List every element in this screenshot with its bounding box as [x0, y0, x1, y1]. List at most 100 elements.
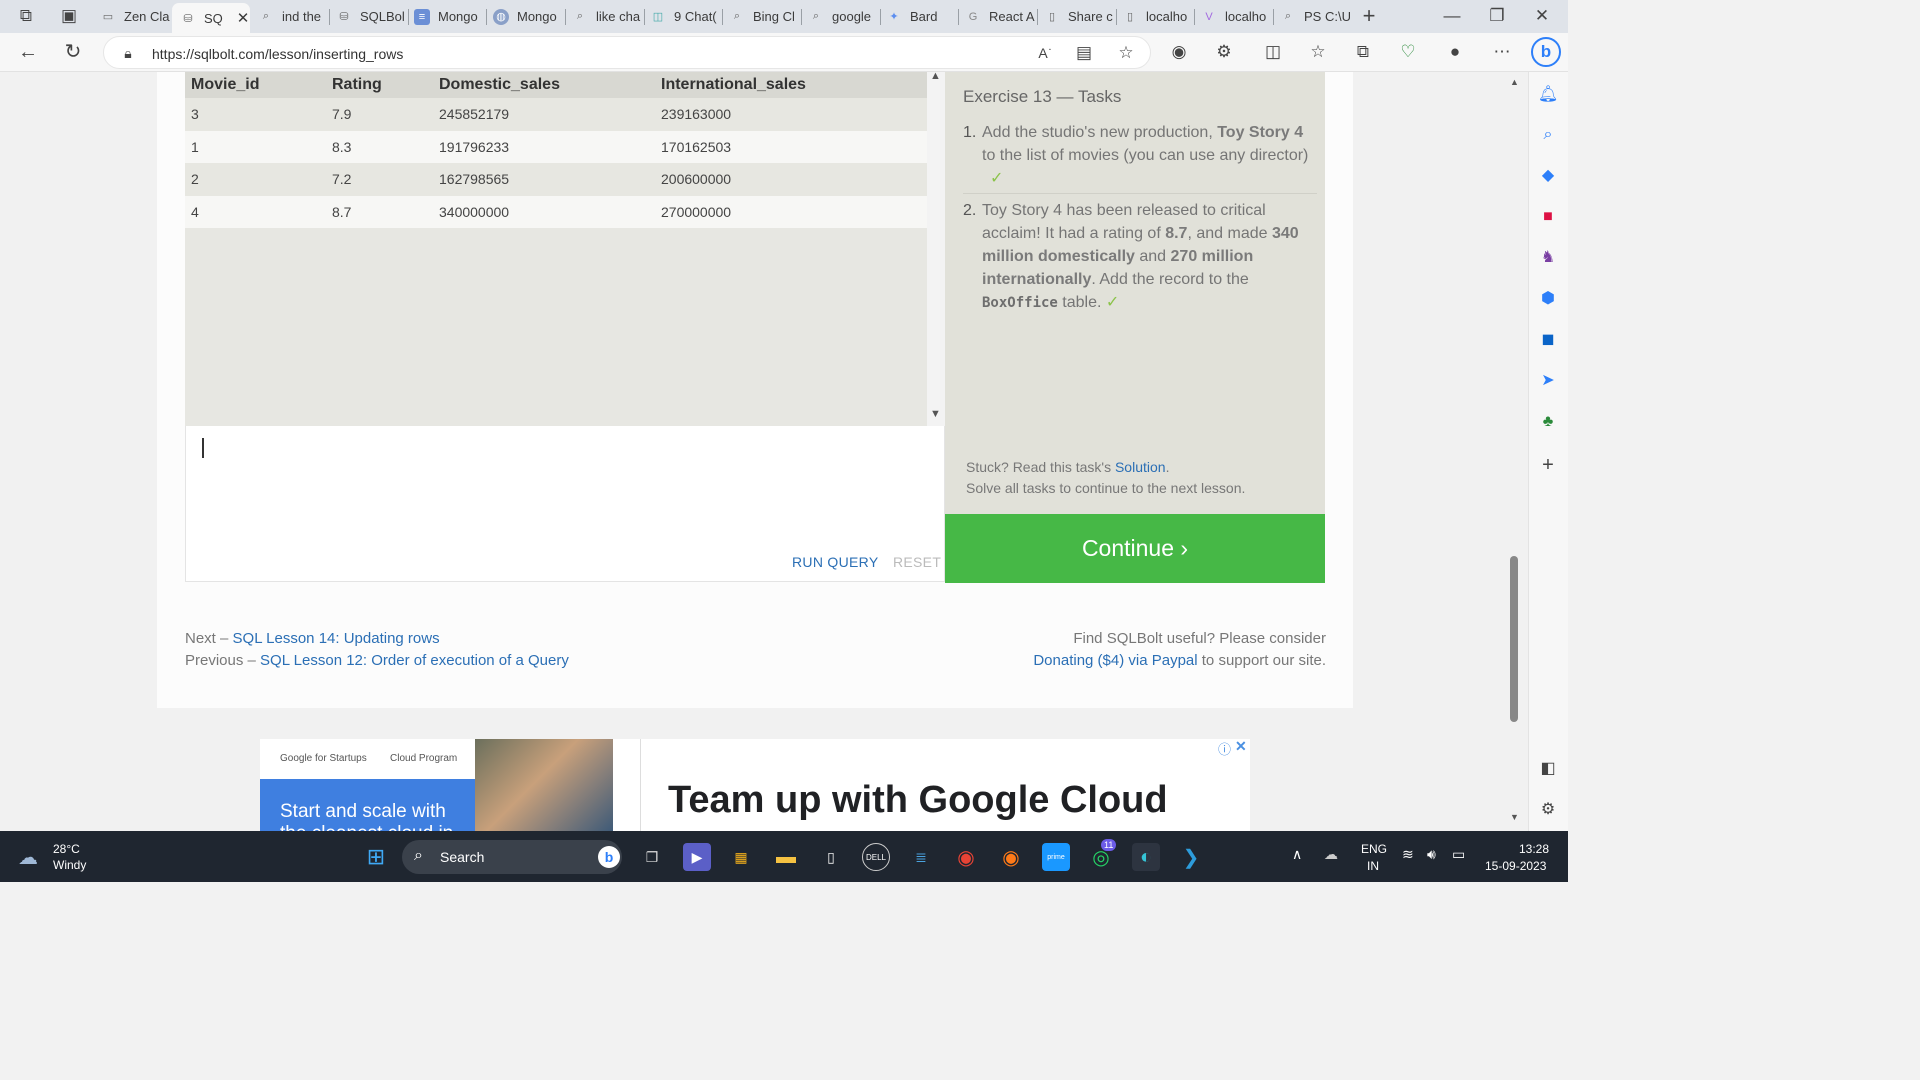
tab-mongo[interactable]: ≡ Mongo: [414, 4, 484, 29]
teams-chat-icon[interactable]: ▶: [683, 843, 711, 871]
tab-bing-chat[interactable]: ⌕ Bing Cl: [729, 4, 799, 29]
collections-icon[interactable]: ⧉: [1351, 40, 1375, 64]
notepad-file-icon[interactable]: ▯: [817, 843, 845, 871]
lock-icon[interactable]: 🔒︎: [116, 41, 140, 65]
tab-zen-class[interactable]: ▭ Zen Cla: [100, 4, 170, 29]
wifi-icon[interactable]: ≋: [1402, 846, 1414, 863]
back-icon[interactable]: ←: [16, 40, 40, 64]
read-aloud-icon[interactable]: A͘: [1031, 41, 1055, 65]
scrollbar-thumb[interactable]: [1510, 556, 1518, 722]
outlook-icon[interactable]: ◼: [1537, 329, 1559, 351]
whatsapp-icon[interactable]: ◎ 11: [1087, 839, 1117, 871]
start-windows-icon[interactable]: ⊞: [362, 843, 390, 871]
favorite-star-icon[interactable]: ☆: [1114, 41, 1138, 65]
tab-sqlbolt[interactable]: ⛁ SQLBol: [336, 4, 406, 29]
taskbar-search[interactable]: ⌕ Search b: [402, 840, 622, 874]
sidebar-settings-icon[interactable]: ⚙: [1537, 799, 1559, 821]
bing-copilot-icon[interactable]: b: [1531, 37, 1561, 67]
profile-icon[interactable]: ●: [1443, 40, 1467, 64]
performance-icon[interactable]: ♡: [1396, 40, 1420, 64]
tab-powershell[interactable]: ⌕ PS C:\U: [1280, 4, 1350, 29]
notepad-icon[interactable]: ≣: [907, 843, 935, 871]
google-cloud-ad[interactable]: Google for Startups Cloud Program Start …: [260, 738, 1250, 831]
next-lesson-link[interactable]: SQL Lesson 14: Updating rows: [233, 630, 440, 647]
tools-briefcase-icon[interactable]: ■: [1537, 206, 1559, 228]
games-chess-icon[interactable]: ♞: [1537, 247, 1559, 269]
scroll-up-arrow-icon[interactable]: ▲: [930, 72, 941, 82]
reset-button[interactable]: RESET: [893, 554, 941, 570]
more-menu-icon[interactable]: ⋯: [1490, 40, 1514, 64]
tab-actions-icon[interactable]: ▣: [57, 4, 81, 28]
scroll-down-arrow-icon[interactable]: ▼: [1510, 812, 1519, 822]
search-icon[interactable]: ⌕: [1537, 124, 1559, 146]
tab-localhost-2[interactable]: Vlocalho: [1201, 4, 1271, 29]
tab-mongo-2[interactable]: ◍ Mongo: [493, 4, 563, 29]
scroll-down-arrow-icon[interactable]: ▼: [930, 408, 941, 420]
tab-sqlbolt-active[interactable]: ⛁ SQ ✕: [172, 3, 250, 33]
ad-info-icon[interactable]: ⓘ: [1218, 739, 1231, 758]
weather-temp[interactable]: 28°C: [53, 842, 80, 856]
url-text[interactable]: https://sqlbolt.com/lesson/inserting_row…: [152, 46, 403, 62]
task-view-icon[interactable]: ❐: [638, 843, 666, 871]
new-tab-icon[interactable]: +: [1357, 4, 1381, 28]
tab-react[interactable]: G React A: [965, 4, 1035, 29]
battery-icon[interactable]: ▭: [1452, 846, 1465, 863]
tab-share[interactable]: ▯ Share c: [1044, 4, 1114, 29]
tree-icon[interactable]: ♣: [1537, 411, 1559, 433]
prime-video-icon[interactable]: prime: [1042, 843, 1070, 871]
close-window-icon[interactable]: ✕: [1530, 4, 1554, 28]
tab-chat[interactable]: ◫ 9 Chat(: [650, 4, 720, 29]
tab-localhost[interactable]: ▯ localho: [1122, 4, 1192, 29]
sql-query-editor[interactable]: RUN QUERY RESET: [185, 426, 945, 582]
onedrive-icon[interactable]: ☁: [1324, 846, 1338, 863]
tab-google[interactable]: ⌕ google: [808, 4, 878, 29]
add-sidebar-app-icon[interactable]: +: [1537, 454, 1559, 476]
close-tab-icon[interactable]: ✕: [237, 9, 250, 27]
split-screen-icon[interactable]: ◫: [1261, 40, 1285, 64]
run-query-button[interactable]: RUN QUERY: [792, 554, 878, 570]
previous-lesson-link[interactable]: SQL Lesson 12: Order of execution of a Q…: [260, 652, 569, 669]
table-cell: 200600000: [655, 163, 927, 196]
page-scrollbar[interactable]: ▲ ▼: [1508, 72, 1528, 831]
clock-date[interactable]: 15-09-2023: [1485, 859, 1546, 873]
tab-bard[interactable]: ✦ Bard: [886, 4, 956, 29]
weather-icon[interactable]: ☁: [18, 845, 38, 870]
firefox-icon[interactable]: ◉: [997, 843, 1025, 871]
donate-link[interactable]: Donating ($4) via Paypal: [1033, 652, 1197, 669]
volume-icon[interactable]: 🔊︎: [1427, 846, 1436, 863]
tab-search[interactable]: ⌕ ind the: [258, 4, 328, 29]
microsoft-store-icon[interactable]: ▦: [727, 843, 755, 871]
dell-icon[interactable]: DELL: [862, 843, 890, 871]
edge-icon[interactable]: ◐: [1132, 843, 1160, 871]
favorites-icon[interactable]: ☆: [1306, 40, 1330, 64]
language-in[interactable]: IN: [1367, 859, 1379, 873]
workspaces-icon[interactable]: ⧉: [14, 4, 38, 28]
microsoft-365-icon[interactable]: ⬢: [1537, 288, 1559, 310]
tab-like-chat[interactable]: ⌕ like cha: [572, 4, 642, 29]
hide-sidebar-icon[interactable]: ◧: [1537, 758, 1559, 780]
weather-condition[interactable]: Windy: [53, 858, 86, 872]
notifications-bell-icon[interactable]: 🔔︎: [1537, 84, 1559, 106]
restore-icon[interactable]: ❐: [1485, 4, 1509, 28]
chrome-icon[interactable]: ◉: [952, 843, 980, 871]
results-scrollbar[interactable]: ▲ ▼: [927, 72, 945, 426]
record-icon[interactable]: ◉: [1167, 40, 1191, 64]
extensions-icon[interactable]: ⚙: [1212, 40, 1236, 64]
refresh-icon[interactable]: ↻: [61, 40, 85, 64]
address-bar[interactable]: 🔒︎ https://sqlbolt.com/lesson/inserting_…: [103, 36, 1151, 69]
immersive-reader-icon[interactable]: ▤: [1072, 41, 1096, 65]
show-hidden-icons[interactable]: ∧: [1292, 846, 1302, 863]
bing-icon: b: [598, 846, 620, 868]
shopping-tag-icon[interactable]: ◆: [1537, 165, 1559, 187]
file-explorer-icon[interactable]: ▬: [772, 843, 800, 871]
scroll-up-arrow-icon[interactable]: ▲: [1510, 77, 1519, 87]
telegram-send-icon[interactable]: ➤: [1537, 370, 1559, 392]
language-eng[interactable]: ENG: [1361, 842, 1387, 856]
continue-button[interactable]: Continue ›: [945, 514, 1325, 583]
clock-time[interactable]: 13:28: [1519, 842, 1549, 856]
solution-link[interactable]: Solution: [1115, 459, 1166, 475]
table-cell: 270000000: [655, 195, 927, 228]
vscode-icon[interactable]: ❯: [1177, 843, 1205, 871]
minimize-icon[interactable]: —: [1440, 4, 1464, 28]
ad-close-icon[interactable]: ✕: [1235, 738, 1247, 755]
